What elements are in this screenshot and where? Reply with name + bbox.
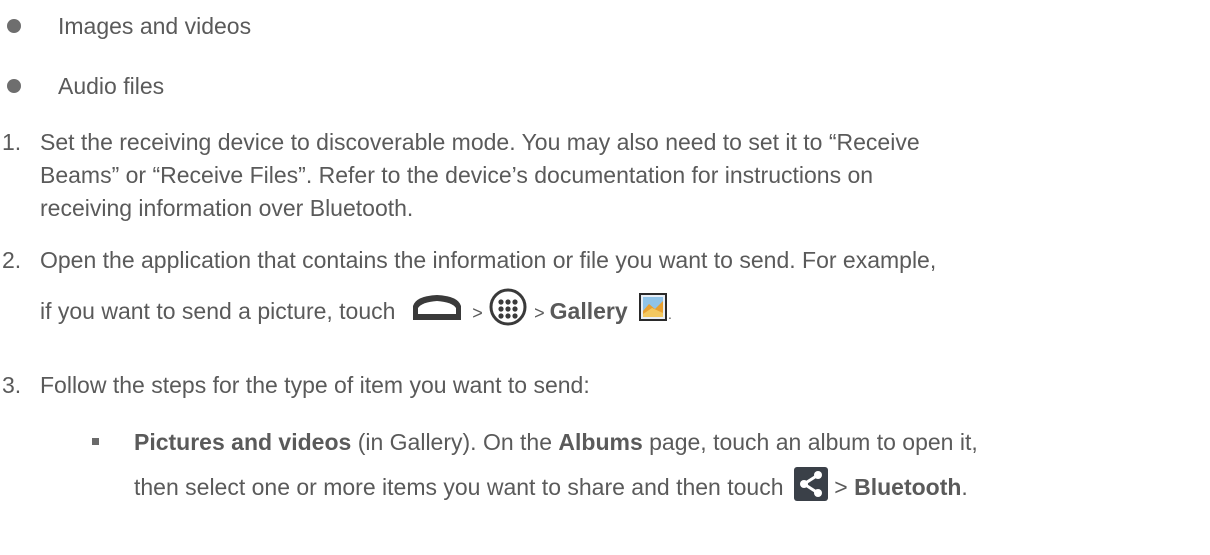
sub-item-line: then select one or more items you want t… bbox=[134, 467, 968, 511]
share-icon bbox=[793, 467, 828, 511]
step-text-line: if you want to send a picture, touch > >… bbox=[40, 287, 672, 339]
step-text-line: Beams” or “Receive Files”. Refer to the … bbox=[40, 162, 874, 188]
bluetooth-label: Bluetooth bbox=[854, 474, 962, 501]
gallery-icon bbox=[638, 292, 668, 334]
apps-icon bbox=[488, 287, 528, 339]
bullet-dot bbox=[7, 19, 21, 33]
bullet-text: Images and videos bbox=[58, 13, 252, 39]
step-text-line: Follow the steps for the type of item yo… bbox=[40, 372, 590, 398]
gallery-label: Gallery bbox=[549, 298, 628, 325]
sub-text: page, touch an album to open it, bbox=[642, 429, 978, 455]
separator: > bbox=[827, 474, 855, 501]
step-text-line: receiving information over Bluetooth. bbox=[40, 195, 414, 221]
step-text-line: Set the receiving device to discoverable… bbox=[40, 129, 920, 155]
sub-text: (in Gallery). On the bbox=[351, 429, 559, 455]
step-number: 2. bbox=[2, 247, 22, 273]
step-text: if you want to send a picture, touch bbox=[40, 298, 402, 325]
step-number: 1. bbox=[2, 129, 22, 155]
separator: > bbox=[534, 303, 550, 324]
period: . bbox=[961, 474, 968, 501]
step-number: 3. bbox=[2, 372, 22, 398]
pictures-label: Pictures and videos bbox=[134, 429, 352, 455]
period: . bbox=[668, 306, 672, 323]
square-bullet bbox=[92, 438, 99, 445]
home-icon bbox=[408, 292, 466, 334]
sub-item-line: Pictures and videos (in Gallery). On the… bbox=[134, 427, 978, 457]
step-text-line: Open the application that contains the i… bbox=[40, 247, 937, 273]
sub-text: then select one or more items you want t… bbox=[134, 474, 790, 501]
bullet-text: Audio files bbox=[58, 73, 165, 99]
separator: > bbox=[472, 303, 488, 324]
bullet-dot bbox=[7, 79, 21, 93]
albums-label: Albums bbox=[558, 429, 643, 455]
